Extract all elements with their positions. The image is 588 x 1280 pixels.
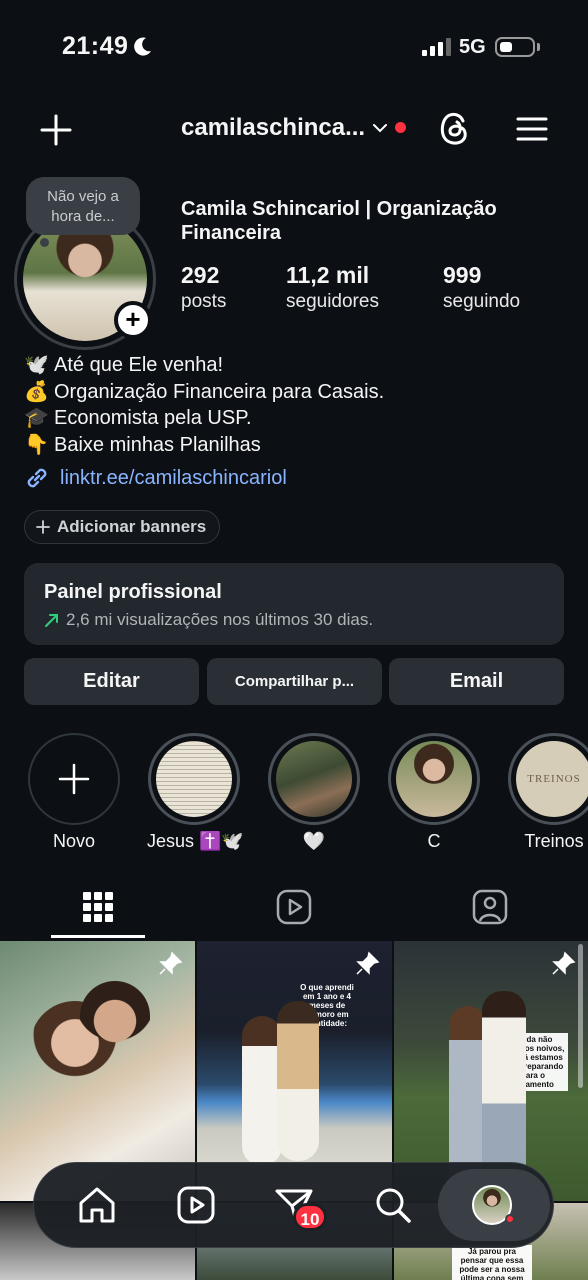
highlight-treinos[interactable]: TREINOS Treinos	[507, 733, 588, 852]
post-photo-subject	[277, 1001, 319, 1161]
highlight-label: Jesus ✝️🕊️	[147, 831, 244, 851]
highlight-cover	[268, 733, 360, 825]
menu-icon[interactable]	[515, 114, 549, 144]
highlight-new[interactable]: Novo	[27, 733, 121, 852]
top-bar: camilaschinca...	[0, 100, 588, 160]
notification-dot	[505, 1214, 515, 1224]
chevron-down-icon[interactable]	[372, 122, 388, 134]
tagged-icon[interactable]	[472, 888, 508, 926]
highlight-cover: TREINOS	[508, 733, 588, 825]
share-profile-button[interactable]: Compartilhar p...	[207, 658, 382, 705]
pin-icon	[356, 951, 380, 975]
search-icon[interactable]	[371, 1183, 415, 1227]
highlight-image	[156, 741, 232, 817]
highlight-image	[276, 741, 352, 817]
link-icon	[27, 468, 47, 488]
profile-tabs	[0, 880, 588, 940]
post-photo-subject	[80, 981, 150, 1081]
note-bubble-tail	[40, 238, 49, 247]
professional-dashboard[interactable]: Painel profissional 2,6 mi visualizações…	[24, 563, 564, 645]
display-name: Camila Schincariol | Organização Finance…	[181, 198, 497, 244]
battery-icon	[495, 37, 535, 57]
grid-icon[interactable]	[80, 888, 116, 926]
pro-panel-subtitle: 2,6 mi visualizações nos últimos 30 dias…	[44, 610, 544, 630]
link-text[interactable]: linktr.ee/camilaschincariol	[60, 467, 287, 490]
reels-icon[interactable]	[174, 1183, 218, 1227]
notification-dot	[395, 122, 406, 133]
stat-label: seguidores	[286, 291, 379, 312]
highlight-cover	[28, 733, 120, 825]
bio-line: 👇 Baixe minhas Planilhas	[24, 433, 261, 456]
stat-value: 292	[181, 262, 220, 288]
stat-label: posts	[181, 291, 227, 312]
highlight-image: TREINOS	[516, 741, 588, 817]
moon-icon	[134, 37, 151, 56]
highlight-cover	[148, 733, 240, 825]
add-banners-button[interactable]: Adicionar banners	[24, 510, 221, 544]
pin-icon	[552, 951, 576, 975]
add-story-icon[interactable]: +	[114, 301, 152, 339]
pro-panel-stats: 2,6 mi visualizações nos últimos 30 dias…	[66, 610, 374, 629]
post-caption-overlay: Já parou pra pensar que essa pode ser a …	[452, 1245, 532, 1280]
username-switcher[interactable]: camilaschinca...	[181, 114, 365, 142]
bio: 🕊️ Até que Ele venha! 💰 Organização Financ…	[24, 352, 384, 458]
stat-followers[interactable]: 11,2 mil seguidores	[286, 262, 379, 313]
bio-line: 💰 Organização Financeira para Casais.	[24, 380, 385, 403]
stat-value: 999	[443, 262, 482, 288]
email-button[interactable]: Email	[389, 658, 564, 705]
threads-icon[interactable]	[436, 109, 472, 147]
reels-icon[interactable]	[276, 888, 312, 926]
highlight-heart[interactable]: 🤍	[267, 733, 361, 852]
post-photo-subject	[242, 1016, 282, 1166]
trend-up-icon	[45, 614, 58, 627]
edit-profile-button[interactable]: Editar	[24, 658, 199, 705]
scrollbar[interactable]	[578, 944, 583, 1088]
pin-icon	[159, 951, 183, 975]
highlight-jesus[interactable]: Jesus ✝️🕊️	[147, 733, 244, 852]
highlight-image	[396, 741, 472, 817]
add-banners-label: Adicionar banners	[57, 517, 207, 536]
highlight-label: 🤍	[302, 831, 326, 851]
highlight-cover	[388, 733, 480, 825]
stat-posts[interactable]: 292 posts	[181, 262, 226, 313]
profile-note[interactable]: Não vejo a hora de...	[26, 177, 140, 235]
stat-label: seguindo	[443, 291, 521, 312]
messages-badge: 10	[293, 1203, 327, 1231]
stat-following[interactable]: 999 seguindo	[443, 262, 520, 313]
highlight-c[interactable]: C	[387, 733, 481, 852]
network-label: 5G	[459, 36, 486, 58]
bio-link[interactable]: linktr.ee/camilaschincariol	[24, 465, 287, 491]
bottom-navigation: 10	[33, 1162, 554, 1248]
highlight-label: Novo	[52, 831, 96, 851]
bio-line: 🕊️ Até que Ele venha!	[24, 354, 224, 376]
home-icon[interactable]	[75, 1183, 119, 1227]
highlight-label: C	[427, 831, 441, 851]
battery-nub	[537, 43, 540, 51]
plus-icon	[36, 520, 50, 534]
highlight-label: Treinos	[524, 831, 584, 851]
status-bar: 21:49 5G	[0, 0, 588, 96]
plus-icon	[58, 763, 90, 795]
stat-value: 11,2 mil	[286, 262, 370, 288]
signal-icon	[422, 38, 451, 56]
pro-panel-title: Painel profissional	[44, 581, 222, 603]
bio-line: 🎓 Economista pela USP.	[24, 407, 252, 429]
status-time: 21:49	[62, 32, 129, 60]
active-tab-indicator	[51, 935, 145, 938]
create-icon[interactable]	[38, 112, 74, 148]
